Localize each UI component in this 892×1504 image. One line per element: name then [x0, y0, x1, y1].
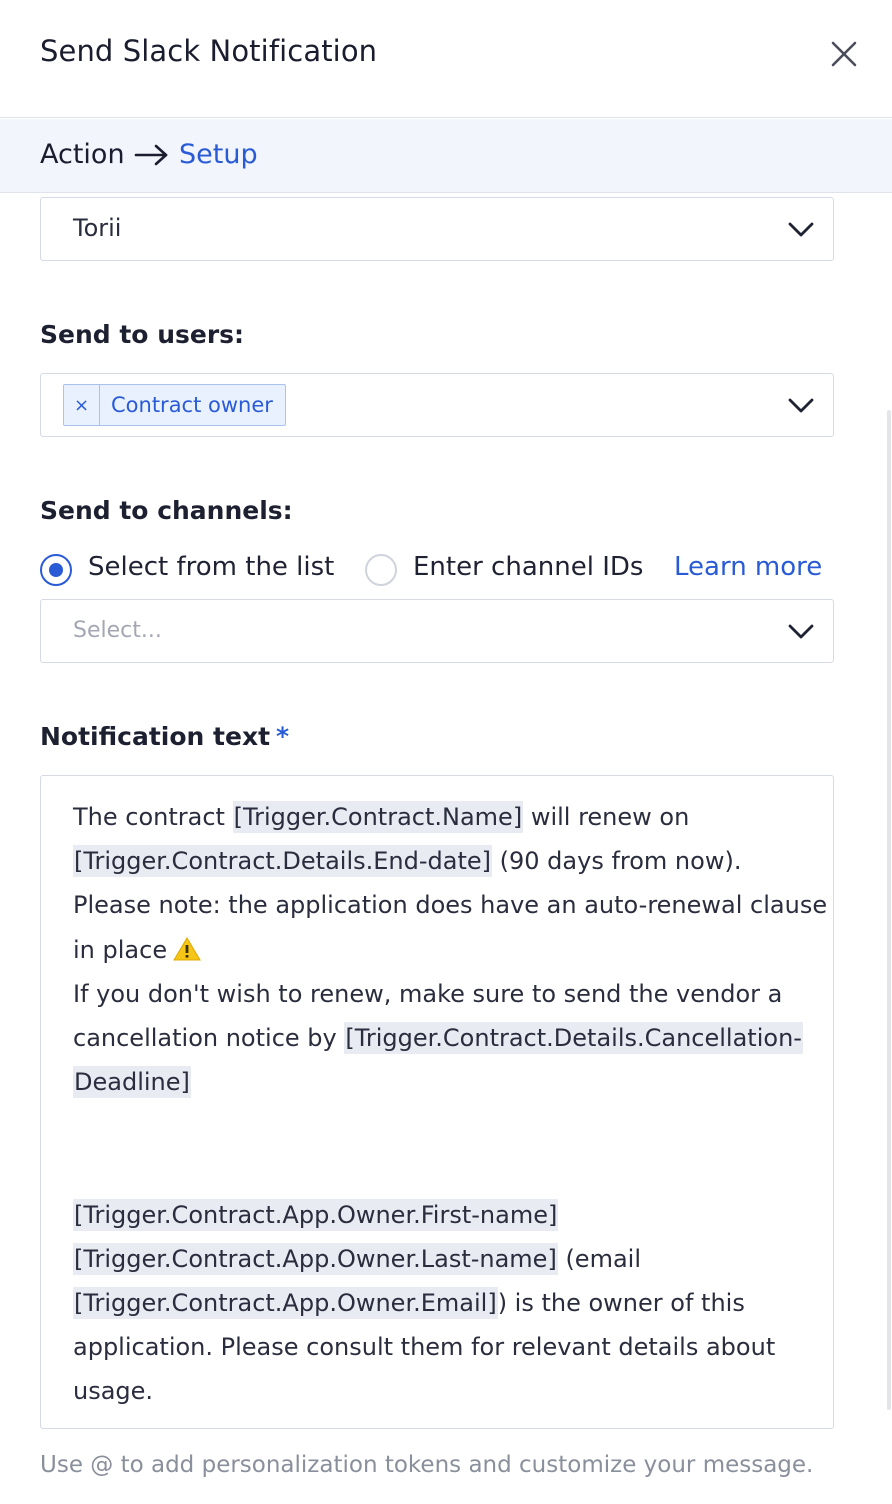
text-segment: (email — [557, 1245, 641, 1273]
close-icon[interactable] — [826, 36, 862, 72]
text-line: [Trigger.Contract.Details.End-date] (90 … — [73, 844, 741, 878]
tag-remove-button[interactable]: × — [64, 385, 100, 425]
token: [Trigger.Contract.App.Owner.Last-name] — [73, 1243, 558, 1275]
required-marker: * — [276, 722, 290, 751]
chevron-down-icon — [788, 222, 814, 237]
channels-select-placeholder: Select... — [73, 618, 162, 643]
send-to-channels-label: Send to channels: — [40, 496, 293, 525]
radio-select-from-list[interactable] — [40, 554, 72, 586]
text-line: Please note: the application does have a… — [73, 891, 828, 919]
text-line: [Trigger.Contract.App.Owner.Last-name] (… — [73, 1242, 641, 1276]
token: [Trigger.Contract.App.Owner.First-name] — [73, 1199, 559, 1231]
text-segment: The contract — [73, 803, 233, 831]
radio-select-from-list-label[interactable]: Select from the list — [88, 552, 334, 582]
tag-label: Contract owner — [111, 393, 273, 417]
chevron-down-icon — [788, 624, 814, 639]
text-line: The contract [Trigger.Contract.Name] wil… — [73, 800, 689, 834]
scrollbar-thumb[interactable] — [887, 410, 891, 1410]
text-segment: in place — [73, 936, 168, 964]
text-line: cancellation notice by [Trigger.Contract… — [73, 1021, 803, 1055]
notification-text-label: Notification text * — [40, 722, 289, 751]
token: [Trigger.Contract.Details.Cancellation- — [344, 1022, 803, 1054]
learn-more-link[interactable]: Learn more — [674, 552, 822, 582]
channels-select[interactable]: Select... — [40, 599, 834, 663]
dialog-header: Send Slack Notification — [0, 0, 892, 118]
radio-enter-channel-ids-label[interactable]: Enter channel IDs — [413, 552, 643, 582]
text-line: Deadline] — [73, 1065, 191, 1099]
token: [Trigger.Contract.App.Owner.Email] — [73, 1287, 498, 1319]
breadcrumb: Action Setup — [0, 119, 892, 193]
text-segment: (90 days from now). — [492, 847, 742, 875]
arrow-right-icon — [134, 141, 170, 173]
text-line: [Trigger.Contract.App.Owner.First-name] — [73, 1198, 559, 1232]
text-line: application. Please consult them for rel… — [73, 1333, 776, 1361]
text-segment: will renew on — [523, 803, 690, 831]
token: [Trigger.Contract.Name] — [232, 801, 524, 833]
warning-icon — [173, 937, 201, 961]
text-segment: cancellation notice by — [73, 1024, 345, 1052]
breadcrumb-action[interactable]: Action — [40, 139, 125, 170]
workspace-select-value: Torii — [73, 214, 122, 242]
notification-text-editor[interactable]: The contract [Trigger.Contract.Name] wil… — [40, 775, 834, 1429]
text-line: [Trigger.Contract.App.Owner.Email]) is t… — [73, 1286, 745, 1320]
send-to-users-label: Send to users: — [40, 320, 245, 349]
notification-text-label-text: Notification text — [40, 722, 271, 751]
workspace-select[interactable]: Torii — [40, 197, 834, 261]
text-line: usage. — [73, 1377, 154, 1405]
token: Deadline] — [73, 1066, 191, 1098]
user-tag: × Contract owner — [63, 384, 286, 426]
chevron-down-icon — [788, 398, 814, 413]
dialog-title: Send Slack Notification — [40, 34, 378, 68]
radio-enter-channel-ids[interactable] — [365, 554, 397, 586]
send-to-users-select[interactable]: × Contract owner — [40, 373, 834, 437]
channel-mode-radio-group: Select from the list Enter channel IDs L… — [40, 548, 840, 592]
text-line: If you don't wish to renew, make sure to… — [73, 980, 783, 1008]
helper-hint: Use @ to add personalization tokens and … — [40, 1452, 814, 1478]
text-line: in place — [73, 933, 201, 967]
text-segment: ) is the owner of this — [497, 1289, 745, 1317]
token: [Trigger.Contract.Details.End-date] — [73, 845, 493, 877]
breadcrumb-setup[interactable]: Setup — [179, 139, 258, 170]
